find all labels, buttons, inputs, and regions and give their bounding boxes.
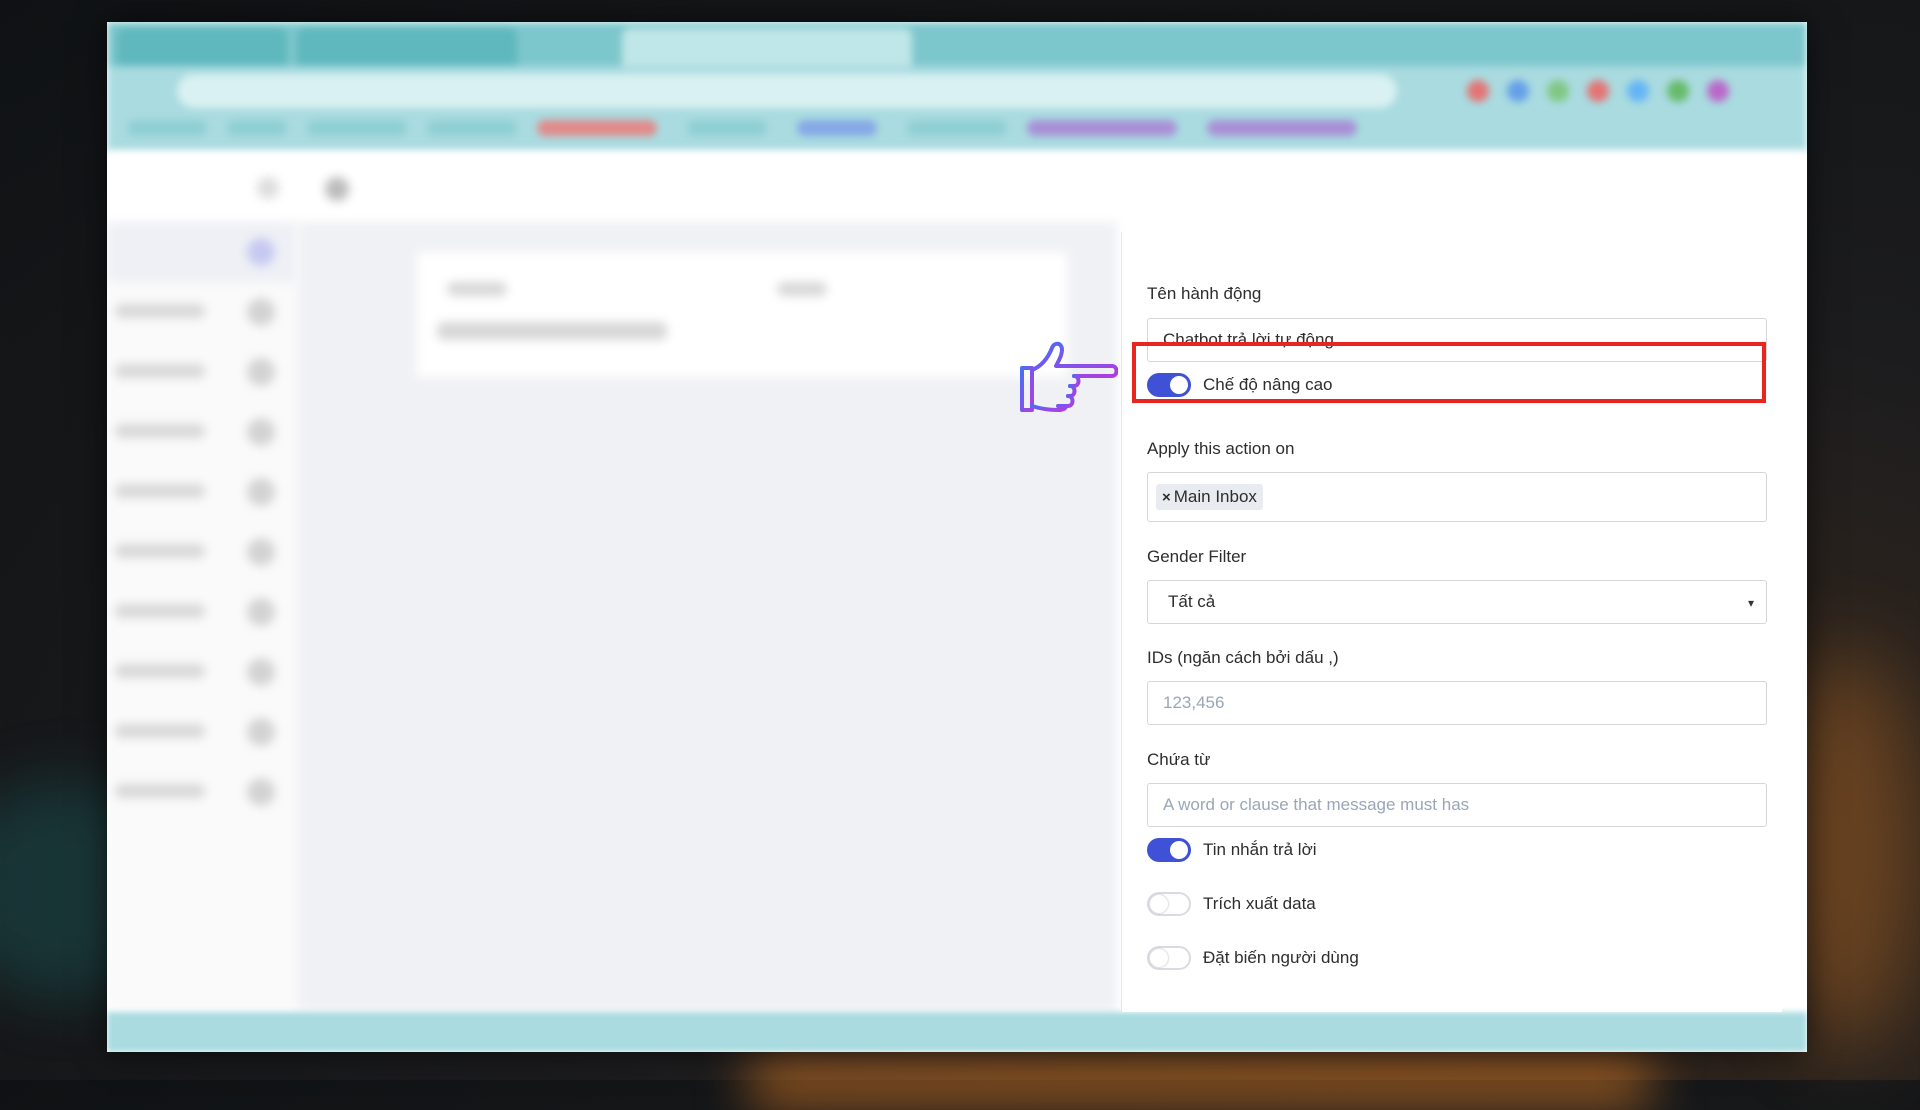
chevron-down-icon: ▾	[1747, 596, 1754, 610]
chip-label: Main Inbox	[1173, 487, 1257, 506]
main-inbox-chip: × Main Inbox	[1156, 484, 1263, 510]
extract-data-label: Trích xuất data	[1203, 894, 1316, 913]
sidebar-item[interactable]	[107, 222, 297, 282]
bookmark-item[interactable]	[687, 120, 767, 136]
sidebar-item[interactable]	[107, 522, 297, 582]
apply-action-field[interactable]: × Main Inbox	[1147, 472, 1767, 522]
set-user-variable-row: Đặt biến người dùng	[1147, 943, 1359, 973]
apply-action-label: Apply this action on	[1147, 439, 1295, 458]
bookmark-item[interactable]	[907, 120, 1007, 136]
gender-filter-select[interactable]: Tất cả ▾	[1147, 580, 1767, 624]
extension-icon[interactable]	[1627, 80, 1649, 102]
extension-icon[interactable]	[1667, 80, 1689, 102]
background-glow	[750, 1050, 1650, 1110]
sidebar-item[interactable]	[107, 462, 297, 522]
sidebar-item[interactable]	[107, 642, 297, 702]
bookmark-item[interactable]	[797, 120, 877, 136]
sidebar-item[interactable]	[107, 702, 297, 762]
reply-message-toggle[interactable]	[1147, 838, 1191, 862]
ids-field[interactable]	[1147, 681, 1767, 725]
bookmark-item[interactable]	[127, 120, 207, 136]
bookmark-item[interactable]	[307, 120, 407, 136]
extract-data-toggle[interactable]	[1147, 892, 1191, 916]
bookmark-item[interactable]	[1027, 120, 1177, 136]
content-card	[417, 252, 1067, 377]
extension-icon[interactable]	[1707, 80, 1729, 102]
extract-data-row: Trích xuất data	[1147, 889, 1316, 919]
sidebar-item[interactable]	[107, 762, 297, 822]
extension-icon[interactable]	[1587, 80, 1609, 102]
extension-icon[interactable]	[1467, 80, 1489, 102]
sidebar-item[interactable]	[107, 402, 297, 462]
ids-input[interactable]	[1163, 693, 1751, 713]
contains-word-field[interactable]	[1147, 783, 1767, 827]
set-user-variable-label: Đặt biến người dùng	[1203, 948, 1359, 967]
extension-icon[interactable]	[1547, 80, 1569, 102]
contains-word-input[interactable]	[1163, 795, 1751, 815]
browser-chrome	[107, 22, 1807, 152]
bookmark-item[interactable]	[427, 120, 517, 136]
status-bar	[107, 1012, 1807, 1052]
browser-window: Tên hành động Chatbot trả lời tự động Ch…	[107, 22, 1807, 1052]
sidebar-item[interactable]	[107, 342, 297, 402]
tab-strip	[107, 22, 1807, 66]
reply-message-label: Tin nhắn trả lời	[1203, 840, 1317, 859]
gender-filter-label: Gender Filter	[1147, 547, 1247, 566]
address-bar[interactable]	[177, 74, 1397, 108]
avatar[interactable]	[325, 177, 349, 201]
pointing-hand-icon	[1020, 341, 1118, 412]
menu-icon[interactable]	[257, 177, 279, 199]
app-header	[107, 152, 1807, 222]
set-user-variable-toggle[interactable]	[1147, 946, 1191, 970]
remove-chip-icon[interactable]: ×	[1162, 489, 1171, 506]
action-name-label: Tên hành động	[1147, 284, 1262, 303]
reply-message-row: Tin nhắn trả lời	[1147, 835, 1317, 865]
contains-word-label: Chứa từ	[1147, 750, 1211, 769]
bookmark-item[interactable]	[227, 120, 287, 136]
highlight-box	[1132, 342, 1766, 403]
gender-filter-value: Tất cả	[1168, 592, 1216, 611]
main-content	[297, 222, 1117, 1012]
browser-tab-active[interactable]	[622, 28, 912, 66]
bookmark-item[interactable]	[1207, 120, 1357, 136]
extension-icon[interactable]	[1507, 80, 1529, 102]
browser-tab[interactable]	[117, 28, 287, 66]
sidebar-item[interactable]	[107, 582, 297, 642]
sidebar-item[interactable]	[107, 282, 297, 342]
sidebar	[107, 222, 297, 1012]
ids-label: IDs (ngăn cách bởi dấu ,)	[1147, 648, 1339, 667]
browser-tab[interactable]	[297, 28, 517, 66]
bookmark-item[interactable]	[537, 120, 657, 136]
